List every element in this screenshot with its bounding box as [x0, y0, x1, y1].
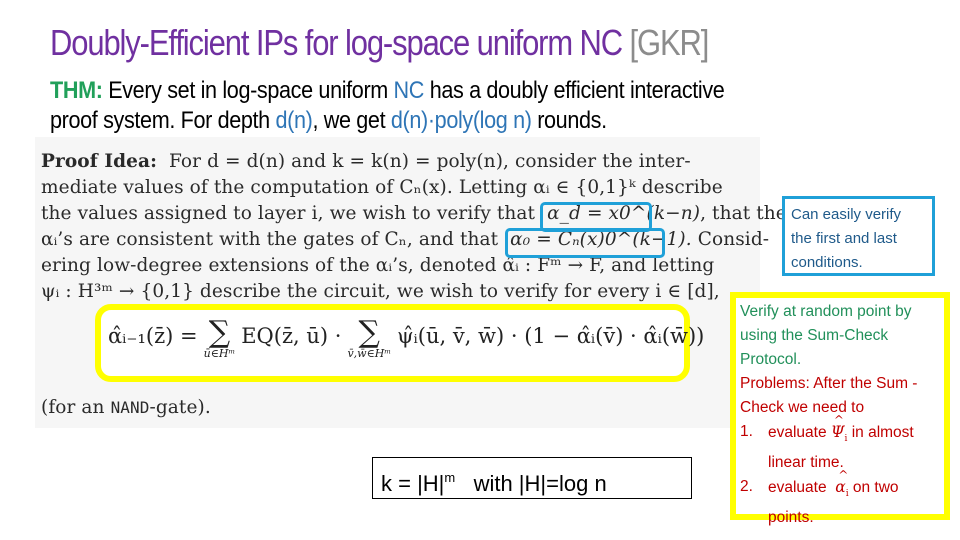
hat-accent: ^ — [833, 413, 844, 427]
symbol-subscript: i — [844, 434, 848, 445]
theorem-text: , we get — [312, 107, 391, 134]
proof-line-1: Proof Idea: For d = d(n) and k = k(n) = … — [41, 151, 691, 172]
summation-symbol: ∑ — [358, 315, 380, 350]
theorem-line-2: proof system. For depth d(n), we get d(n… — [50, 106, 860, 136]
symbol-subscript: i — [845, 489, 849, 500]
proof-text: -gate). — [149, 397, 211, 418]
proof-idea-excerpt: Proof Idea: For d = d(n) and k = k(n) = … — [35, 137, 787, 428]
title-text: Doubly-Efficient IPs for log-space unifo… — [50, 22, 623, 63]
item-number: 1. — [740, 423, 753, 440]
title-reference: [GKR] — [629, 22, 709, 63]
sum-over-v-w: ∑ v̄,w̄∈Hᵐ — [347, 315, 392, 360]
proof-line-5: ering low-degree extensions of the αᵢ’s,… — [41, 255, 714, 276]
highlight-frame-first-condition — [505, 228, 665, 258]
nand-keyword: NAND — [110, 398, 150, 417]
h-definition: with |H|=log n — [455, 471, 607, 496]
note-text: Can easily verify the first and last con… — [791, 206, 902, 271]
slide-title: Doubly-Efficient IPs for log-space unifo… — [50, 22, 709, 64]
proof-text: ering low-degree extensions of the αᵢ’s,… — [41, 255, 715, 276]
item-number: 2. — [740, 478, 753, 496]
proof-text: Consid- — [691, 229, 770, 250]
theorem-text: Every set in log-space uniform — [102, 77, 394, 104]
proof-text: For d = d(n) and k = k(n) = poly(n), con… — [168, 151, 691, 172]
proof-line-3: the values assigned to layer i, we wish … — [41, 203, 787, 224]
alpha-hat-symbol: ^ αi — [835, 468, 849, 506]
proof-footer: (for an NAND-gate). — [41, 397, 211, 418]
item-text: evaluate — [768, 479, 836, 497]
summation-symbol: ∑ — [208, 315, 231, 350]
theorem-text: proof system. For depth — [50, 107, 276, 134]
k-definition: k = |H| — [381, 471, 445, 496]
proof-text: the values assigned to layer i, we wish … — [41, 203, 536, 224]
sum-check-equation: α̂ᵢ₋₁(z̄) = ∑ ū∈Hᵐ EQ(z̄, ū) · ∑ v̄,w̄∈H… — [108, 315, 705, 360]
proof-text: mediate values of the computation of Cₙ(… — [41, 177, 723, 198]
note-verify-text: Verify at random point by using the Sum-… — [740, 303, 912, 368]
proof-line-2: mediate values of the computation of Cₙ(… — [41, 177, 723, 198]
rounds-highlight: d(n)·poly(log n) — [390, 107, 532, 134]
hat-accent: ^ — [838, 468, 849, 483]
theorem-statement: THM: Every set in log-space uniform NC h… — [50, 76, 860, 136]
problem-item-2: 2. evaluate ^ αi on two points. — [740, 468, 940, 530]
theorem-label: THM: — [50, 77, 103, 104]
proof-heading: Proof Idea: — [41, 151, 158, 172]
sum-index: ū∈Hᵐ — [203, 347, 236, 360]
equation-lhs: α̂ᵢ₋₁(z̄) = — [108, 324, 198, 348]
theorem-text: rounds. — [531, 107, 607, 134]
sum-index: v̄,w̄∈Hᵐ — [347, 347, 392, 360]
psi-hat-symbol: ^ Ψi — [831, 413, 848, 451]
theorem-text: has a doubly efficient interactive — [424, 77, 725, 104]
sum-over-u: ∑ ū∈Hᵐ — [203, 315, 236, 360]
proof-text: ψᵢ : H³ᵐ → {0,1} describe the circuit, w… — [41, 281, 720, 302]
nc-highlight: NC — [393, 77, 425, 104]
proof-text: , that the — [700, 203, 787, 224]
equation-rhs: ψ̂ᵢ(ū, v̄, w̄) · (1 − α̂ᵢ(v̄) · α̂ᵢ(w̄)) — [397, 324, 705, 348]
parameter-box: k = |H|m with |H|=log n — [372, 457, 692, 499]
eq-term: EQ(z̄, ū) · — [241, 324, 342, 348]
note-easy-verify: Can easily verify the first and last con… — [782, 196, 935, 276]
k-exponent: m — [444, 470, 456, 485]
note-sum-check: Verify at random point by using the Sum-… — [730, 292, 950, 526]
depth-highlight: d(n) — [275, 107, 313, 134]
proof-line-6: ψᵢ : H³ᵐ → {0,1} describe the circuit, w… — [41, 281, 720, 302]
theorem-line-1: THM: Every set in log-space uniform NC h… — [50, 76, 860, 106]
proof-text: (for an — [41, 397, 111, 418]
item-text: evaluate — [768, 424, 831, 441]
proof-text: αᵢ’s are consistent with the gates of Cₙ… — [41, 229, 499, 250]
